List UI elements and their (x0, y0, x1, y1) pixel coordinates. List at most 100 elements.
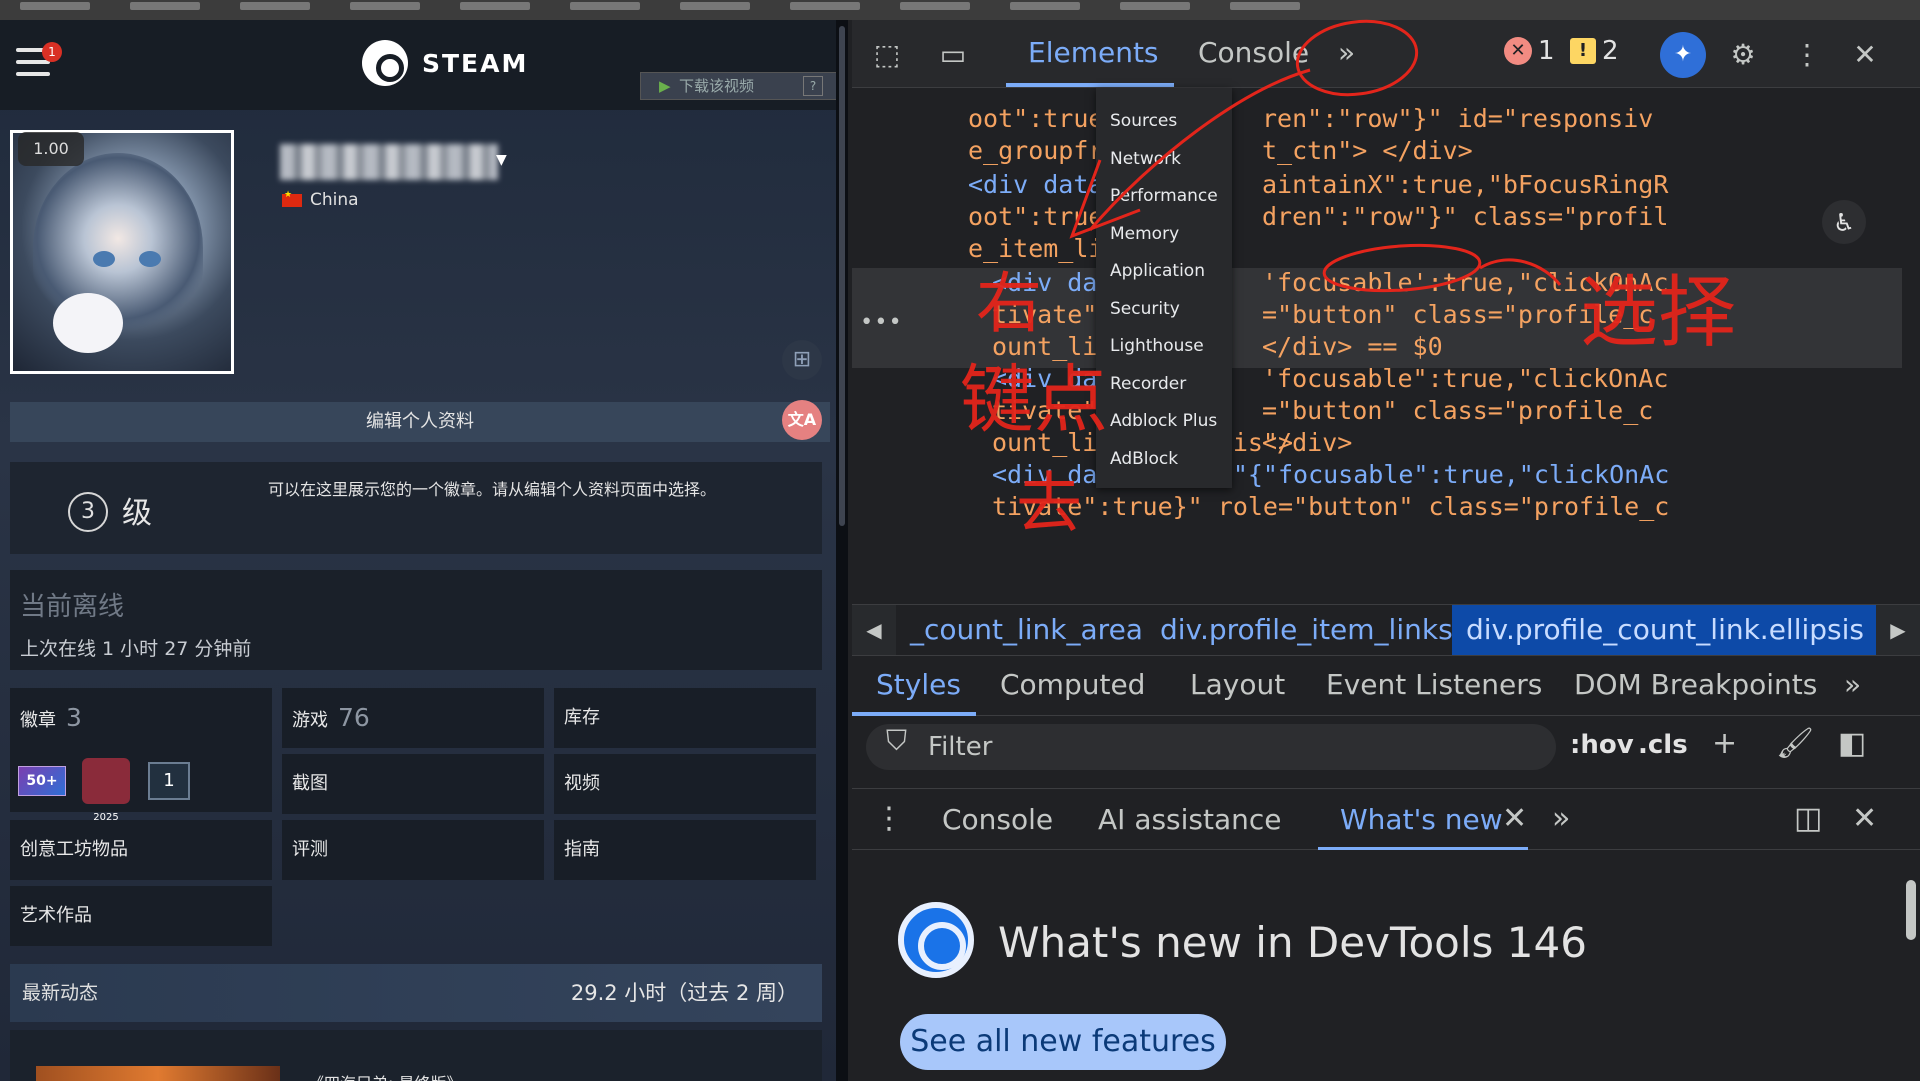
dom-tree-text: tivate":true}" role="button" class="prof… (992, 492, 1670, 521)
pane-divider[interactable] (836, 20, 848, 1081)
accessibility-icon[interactable]: ♿ (1822, 200, 1866, 244)
workshop-link[interactable]: 创意工坊物品 (10, 820, 272, 880)
artwork-link[interactable]: 艺术作品 (10, 886, 272, 946)
bookmarks-bar (0, 0, 1920, 20)
level-badge: 3 (68, 492, 108, 532)
download-video-label: 下载该视频 (679, 77, 755, 95)
notification-badge: 1 (42, 42, 62, 62)
steam-logo[interactable]: STEAM (362, 40, 528, 86)
dom-tree-text-right: </div> == $0 (1262, 332, 1443, 361)
menu-item-performance[interactable]: Performance (1110, 181, 1218, 211)
row-actions-icon[interactable]: ••• (860, 310, 903, 335)
dom-tree-text-right: dren":"row"}" class="profil (1262, 202, 1669, 231)
tab-event-listeners[interactable]: Event Listeners (1326, 668, 1542, 701)
badge-50-plus[interactable]: 50+ (18, 766, 66, 796)
more-options-icon[interactable]: ⋮ (1788, 36, 1826, 74)
more-tabs-button[interactable]: » (1338, 36, 1355, 69)
status-title: 当前离线 (20, 592, 125, 622)
menu-item-memory[interactable]: Memory (1110, 219, 1179, 249)
badge-more-count[interactable]: 1 (148, 762, 190, 800)
drawer-tab-console[interactable]: Console (942, 803, 1053, 836)
tab-elements[interactable]: Elements (1028, 36, 1159, 69)
menu-item-adblock-plus[interactable]: Adblock Plus (1110, 406, 1217, 436)
recent-game-row[interactable]: 《四海兄弟: 最终版》 (10, 1030, 822, 1081)
gear-icon[interactable]: ⚙ (1724, 36, 1762, 74)
tab-layout[interactable]: Layout (1190, 668, 1285, 701)
drawer-tab-whats-new[interactable]: What's new (1340, 803, 1503, 836)
dom-tree-line[interactable]: <div data-panel="{"focusable":true,"clic… (992, 460, 1669, 492)
menu-item-sources[interactable]: Sources (1110, 106, 1177, 136)
drawer-menu-icon[interactable]: ⋮ (874, 801, 904, 836)
guides-link[interactable]: 指南 (554, 820, 816, 880)
breadcrumb-item-selected[interactable]: div.profile_count_link.ellipsis (1452, 605, 1879, 655)
see-all-features-button[interactable]: See all new features (900, 1014, 1226, 1070)
drawer-tab-ai-assistance[interactable]: AI assistance (1098, 803, 1282, 836)
more-styles-tabs-icon[interactable]: » (1844, 668, 1861, 701)
devtools-pane: ⬚ ▭ Elements Console » ✕ 1 ! 2 ✦ ⚙ ⋮ ✕ •••… (852, 20, 1920, 1081)
more-tabs-menu: Sources Network Performance Memory Applicati… (1096, 88, 1232, 488)
close-tab-icon[interactable]: ✕ (1502, 801, 1527, 836)
download-help-icon[interactable]: ? (803, 76, 823, 96)
translate-icon[interactable]: 文A (782, 400, 822, 440)
badge-2025[interactable]: 2025 (82, 758, 130, 823)
game-title[interactable]: 《四海兄弟: 最终版》 (308, 1070, 462, 1081)
screenshots-link[interactable]: 截图 (282, 754, 544, 814)
dom-tree-text-right: ren":"row"}" id="responsiv (1262, 104, 1654, 133)
menu-item-application[interactable]: Application (1110, 256, 1205, 286)
game-thumbnail[interactable] (36, 1066, 280, 1081)
avatar[interactable] (10, 130, 234, 374)
menu-item-network[interactable]: Network (1110, 144, 1181, 174)
recent-activity-label: 最新动态 (22, 982, 99, 1004)
country-label: China (310, 190, 359, 210)
menu-item-adblock[interactable]: AdBlock (1110, 444, 1178, 474)
profile-links-grid: 徽章 3 50+ 2025 1 游戏 76 库存 截图 视频 创意工坊物品 评测 指… (10, 688, 822, 948)
edit-profile-button[interactable]: 编辑个人资料 (10, 402, 830, 442)
dock-side-icon[interactable]: ◫ (1794, 801, 1822, 836)
reviews-link[interactable]: 评测 (282, 820, 544, 880)
hov-button[interactable]: :hov (1570, 730, 1634, 760)
menu-item-recorder[interactable]: Recorder (1110, 369, 1186, 399)
filter-input[interactable]: Filter (866, 724, 1556, 770)
warnings-counter[interactable]: ! 2 (1570, 36, 1619, 66)
tab-dom-breakpoints[interactable]: DOM Breakpoints (1574, 668, 1817, 701)
dom-tree-text-right: 'focusable":true,"clickOnAc (1262, 364, 1669, 393)
chevron-right-icon[interactable]: ▶ (1876, 605, 1920, 655)
dom-tree-text-right: aintainX":true,"bFocusRingR (1262, 170, 1669, 199)
error-count: 1 (1538, 36, 1555, 66)
games-link[interactable]: 游戏 76 (282, 688, 544, 748)
tab-console[interactable]: Console (1198, 36, 1309, 69)
whats-new-title: What's new in DevTools 146 (998, 918, 1587, 967)
styles-tabbar: Styles Computed Layout Event Listeners D… (852, 656, 1920, 716)
close-icon[interactable]: ✕ (1846, 36, 1884, 74)
breadcrumb-item-links[interactable]: div.profile_item_links (1146, 605, 1467, 655)
grid-view-icon[interactable]: ⊞ (782, 340, 822, 380)
inspect-element-icon[interactable]: ⬚ (868, 36, 906, 74)
videos-link[interactable]: 视频 (554, 754, 816, 814)
menu-item-security[interactable]: Security (1110, 294, 1180, 324)
toggle-sidebar-icon[interactable]: ◧ (1838, 726, 1866, 761)
cls-button[interactable]: .cls (1638, 730, 1688, 760)
download-video-button[interactable]: 下载该视频 ? (640, 72, 848, 100)
badge-showcase: 50+ 2025 1 (18, 758, 190, 823)
add-rule-icon[interactable]: + (1712, 726, 1737, 761)
device-toolbar-icon[interactable]: ▭ (934, 36, 972, 74)
menu-item-lighthouse[interactable]: Lighthouse (1110, 331, 1204, 361)
dom-tree-line[interactable]: tivate":true}" role="button" class="prof… (992, 492, 1669, 524)
errors-counter[interactable]: ✕ 1 (1504, 36, 1555, 66)
ai-assistance-icon[interactable]: ✦ (1660, 32, 1706, 78)
badges-link[interactable]: 徽章 3 50+ 2025 1 (10, 688, 272, 823)
chevron-left-icon[interactable]: ◀ (852, 605, 896, 655)
annotation-right-click-1: 右 (976, 265, 1042, 342)
tab-computed[interactable]: Computed (1000, 668, 1145, 701)
close-drawer-icon[interactable]: ✕ (1852, 801, 1877, 836)
drawer-scrollbar[interactable] (1906, 880, 1916, 940)
zoom-level-badge: 1.00 (18, 132, 84, 166)
online-status-panel: 当前离线 上次在线 1 小时 27 分钟前 (10, 570, 822, 670)
breadcrumb-item-area[interactable]: _count_link_area (896, 605, 1157, 655)
paint-brush-icon[interactable]: 🖌 (1776, 726, 1814, 761)
inventory-link[interactable]: 库存 (554, 688, 816, 748)
tab-styles[interactable]: Styles (876, 668, 961, 701)
chevron-down-icon[interactable]: ▼ (496, 152, 507, 168)
username-blurred[interactable] (280, 144, 498, 180)
more-drawer-tabs-icon[interactable]: » (1552, 801, 1570, 836)
